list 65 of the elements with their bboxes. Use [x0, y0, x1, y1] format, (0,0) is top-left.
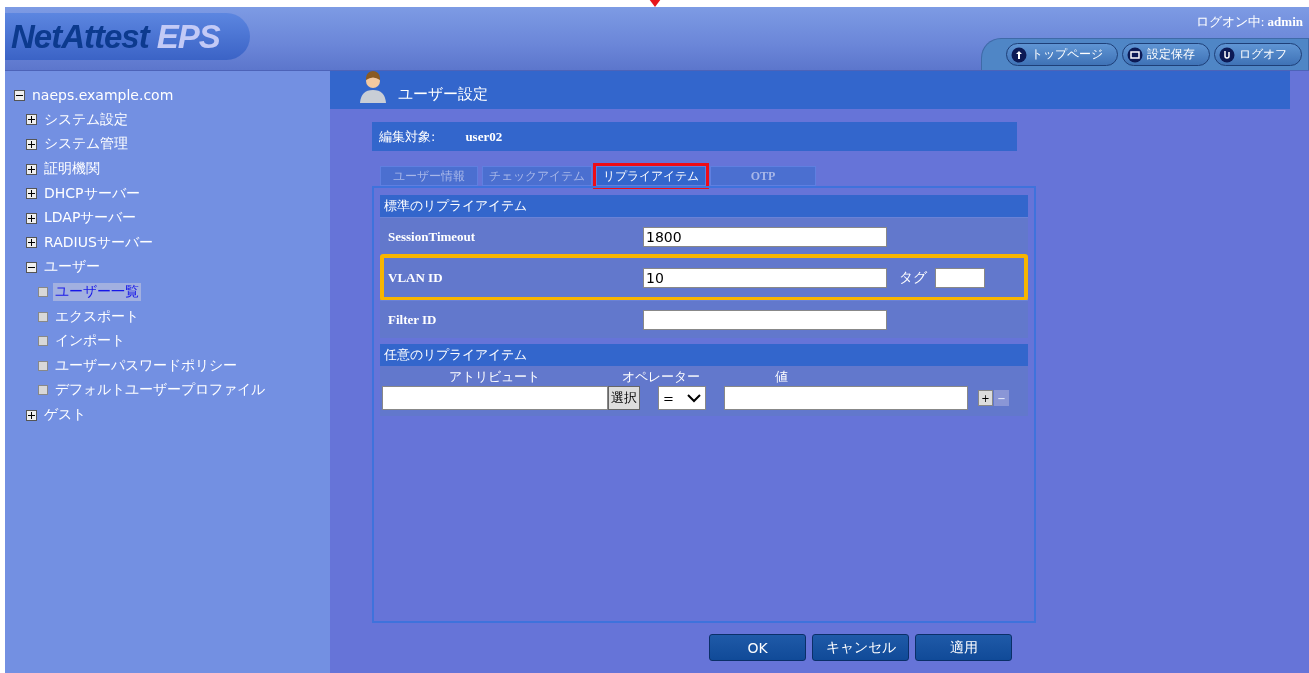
action-button[interactable]: 適用 — [915, 634, 1012, 661]
input-field[interactable] — [724, 386, 968, 410]
tree-item[interactable]: インポート — [53, 332, 127, 351]
tree-item[interactable]: デフォルトユーザープロファイル — [53, 381, 267, 400]
tree-item[interactable]: DHCPサーバー — [42, 184, 142, 203]
operator-dropdown[interactable]: = — [658, 386, 706, 410]
field-label: VLAN ID — [387, 269, 444, 286]
edit-target-label: 編集対象: — [379, 127, 436, 146]
logo: NetAttest EPS — [5, 13, 250, 60]
tree-item[interactable]: 証明機関 — [42, 160, 102, 179]
tab[interactable]: OTP — [710, 166, 816, 186]
tree-item[interactable]: ゲスト — [42, 406, 88, 424]
tree-item[interactable]: ユーザー — [42, 258, 102, 277]
tree-toggle-icon[interactable] — [26, 409, 37, 421]
tree-toggle-icon[interactable] — [26, 212, 37, 224]
tree-leaf-icon — [38, 385, 48, 396]
folder-icon — [1127, 46, 1143, 63]
nav-button[interactable]: ログオフ — [1214, 43, 1302, 66]
tree-toggle-icon[interactable] — [26, 237, 37, 249]
tree-toggle-icon[interactable] — [26, 114, 37, 126]
column-header: 値 — [773, 368, 789, 386]
tab[interactable]: ユーザー情報 — [380, 166, 478, 186]
tab[interactable]: チェックアイテム — [482, 166, 592, 186]
column-header: オペレーター — [621, 368, 701, 386]
tree-toggle-icon[interactable] — [14, 89, 25, 101]
tree-item[interactable]: システム設定 — [42, 110, 130, 129]
input-field[interactable]: 1800 — [643, 226, 887, 247]
action-button[interactable]: OK — [709, 634, 806, 661]
field-label: SessionTimeout — [387, 228, 477, 245]
input-field[interactable] — [382, 386, 608, 410]
field-label: Filter ID — [387, 311, 438, 328]
select-button[interactable]: 選択 — [608, 386, 640, 410]
section-header: 任意のリプライアイテム — [380, 344, 1028, 366]
tree-leaf-icon — [38, 311, 48, 322]
tree-leaf-icon — [38, 360, 48, 371]
edit-target-value: user02 — [465, 128, 503, 145]
action-button[interactable]: キャンセル — [812, 634, 909, 661]
tree-item[interactable]: naeps.example.com — [30, 87, 176, 104]
tree-item[interactable]: システム管理 — [42, 135, 130, 154]
tree-leaf-icon — [38, 287, 48, 298]
tree-toggle-icon[interactable] — [26, 139, 37, 150]
add-button[interactable]: + — [978, 390, 993, 406]
tree-toggle-icon[interactable] — [26, 188, 37, 200]
input-field[interactable] — [643, 309, 887, 330]
tree-toggle-icon[interactable] — [26, 163, 37, 175]
logon-status: ログオン中: admin — [1195, 13, 1304, 31]
nav-button[interactable]: 設定保存 — [1122, 43, 1210, 66]
field-label: タグ — [899, 268, 927, 287]
tree-toggle-icon[interactable] — [26, 261, 37, 273]
input-field[interactable]: 10 — [643, 267, 887, 288]
tree-item[interactable]: LDAPサーバー — [42, 209, 139, 228]
tree-item[interactable]: エクスポート — [53, 307, 141, 326]
tab[interactable]: リプライアイテム — [596, 166, 706, 186]
page-title: ユーザー設定 — [398, 85, 488, 105]
input-field[interactable] — [935, 267, 985, 288]
column-header: アトリビュート — [447, 368, 541, 386]
remove-button[interactable]: − — [994, 390, 1009, 406]
section-header: 標準のリプライアイテム — [380, 195, 1028, 217]
chevron-icon — [687, 393, 701, 403]
tree-item[interactable]: ユーザーパスワードポリシー — [53, 356, 239, 375]
tree-item[interactable]: RADIUSサーバー — [42, 233, 155, 252]
user-icon — [358, 71, 388, 103]
tree-leaf-icon — [38, 336, 48, 347]
tree-item[interactable]: ユーザー一覧 — [53, 283, 141, 302]
nav-button[interactable]: トップページ — [1006, 43, 1118, 66]
